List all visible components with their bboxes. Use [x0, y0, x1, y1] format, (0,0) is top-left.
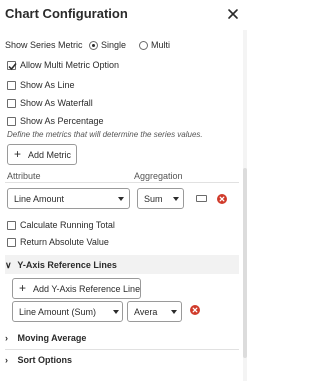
show-as-line-checkbox[interactable]	[7, 81, 16, 90]
reference-line-select[interactable]: Line Amount (Sum)	[12, 301, 123, 322]
plus-icon: +	[14, 147, 22, 161]
metric-header-divider	[5, 182, 239, 183]
add-metric-button[interactable]: + Add Metric	[7, 144, 77, 165]
chevron-right-icon: ›	[5, 333, 8, 343]
delete-reference-line-icon[interactable]	[190, 305, 200, 315]
calc-running-total-label: Calculate Running Total	[20, 220, 115, 230]
sort-options-section-toggle[interactable]: › Sort Options	[5, 355, 72, 365]
radio-multi[interactable]	[139, 41, 148, 50]
show-as-percentage-checkbox[interactable]	[7, 117, 16, 126]
radio-single[interactable]	[89, 41, 98, 50]
show-as-waterfall-checkbox[interactable]	[7, 99, 16, 108]
close-icon[interactable]	[225, 6, 241, 22]
calc-running-total-checkbox[interactable]	[7, 221, 16, 230]
attribute-label: Attribute	[7, 171, 41, 181]
return-absolute-checkbox[interactable]	[7, 238, 16, 247]
metrics-hint: Define the metrics that will determine t…	[7, 130, 203, 139]
chevron-down-icon	[173, 197, 179, 201]
aggregation-label: Aggregation	[134, 171, 183, 181]
attribute-select[interactable]: Line Amount	[7, 188, 130, 209]
chevron-down-icon	[118, 197, 124, 201]
show-as-line-label: Show As Line	[20, 80, 75, 90]
plus-icon: +	[19, 281, 27, 295]
radio-single-label: Single	[101, 40, 127, 50]
moving-average-section-toggle[interactable]: › Moving Average	[5, 333, 86, 343]
delete-metric-icon[interactable]	[217, 194, 227, 204]
chevron-down-icon: ∨	[5, 260, 12, 270]
allow-multi-metric-checkbox[interactable]	[7, 61, 17, 71]
chevron-down-icon	[171, 310, 177, 314]
chevron-right-icon: ›	[5, 355, 8, 365]
allow-multi-metric-label: Allow Multi Metric Option	[20, 60, 120, 70]
panel-title: Chart Configuration	[5, 6, 128, 21]
section-divider	[5, 349, 239, 350]
chart-configuration-panel: Chart Configuration Show Series Metric S…	[0, 0, 250, 381]
radio-multi-label: Multi	[151, 40, 171, 50]
return-absolute-label: Return Absolute Value	[20, 237, 109, 247]
series-metric-label: Show Series Metric	[5, 40, 83, 50]
series-format-icon[interactable]	[196, 195, 207, 202]
show-as-percentage-label: Show As Percentage	[20, 116, 104, 126]
add-y-axis-reference-line-button[interactable]: + Add Y-Axis Reference Line	[12, 278, 141, 299]
aggregation-select[interactable]: Sum	[137, 188, 184, 209]
y-axis-section-toggle[interactable]: ∨ Y-Axis Reference Lines	[5, 260, 117, 271]
show-as-waterfall-label: Show As Waterfall	[20, 98, 93, 108]
reference-type-select[interactable]: Avera	[127, 301, 182, 322]
chevron-down-icon	[113, 310, 119, 314]
panel-header: Chart Configuration	[0, 0, 250, 32]
scrollbar-thumb[interactable]	[243, 168, 247, 358]
